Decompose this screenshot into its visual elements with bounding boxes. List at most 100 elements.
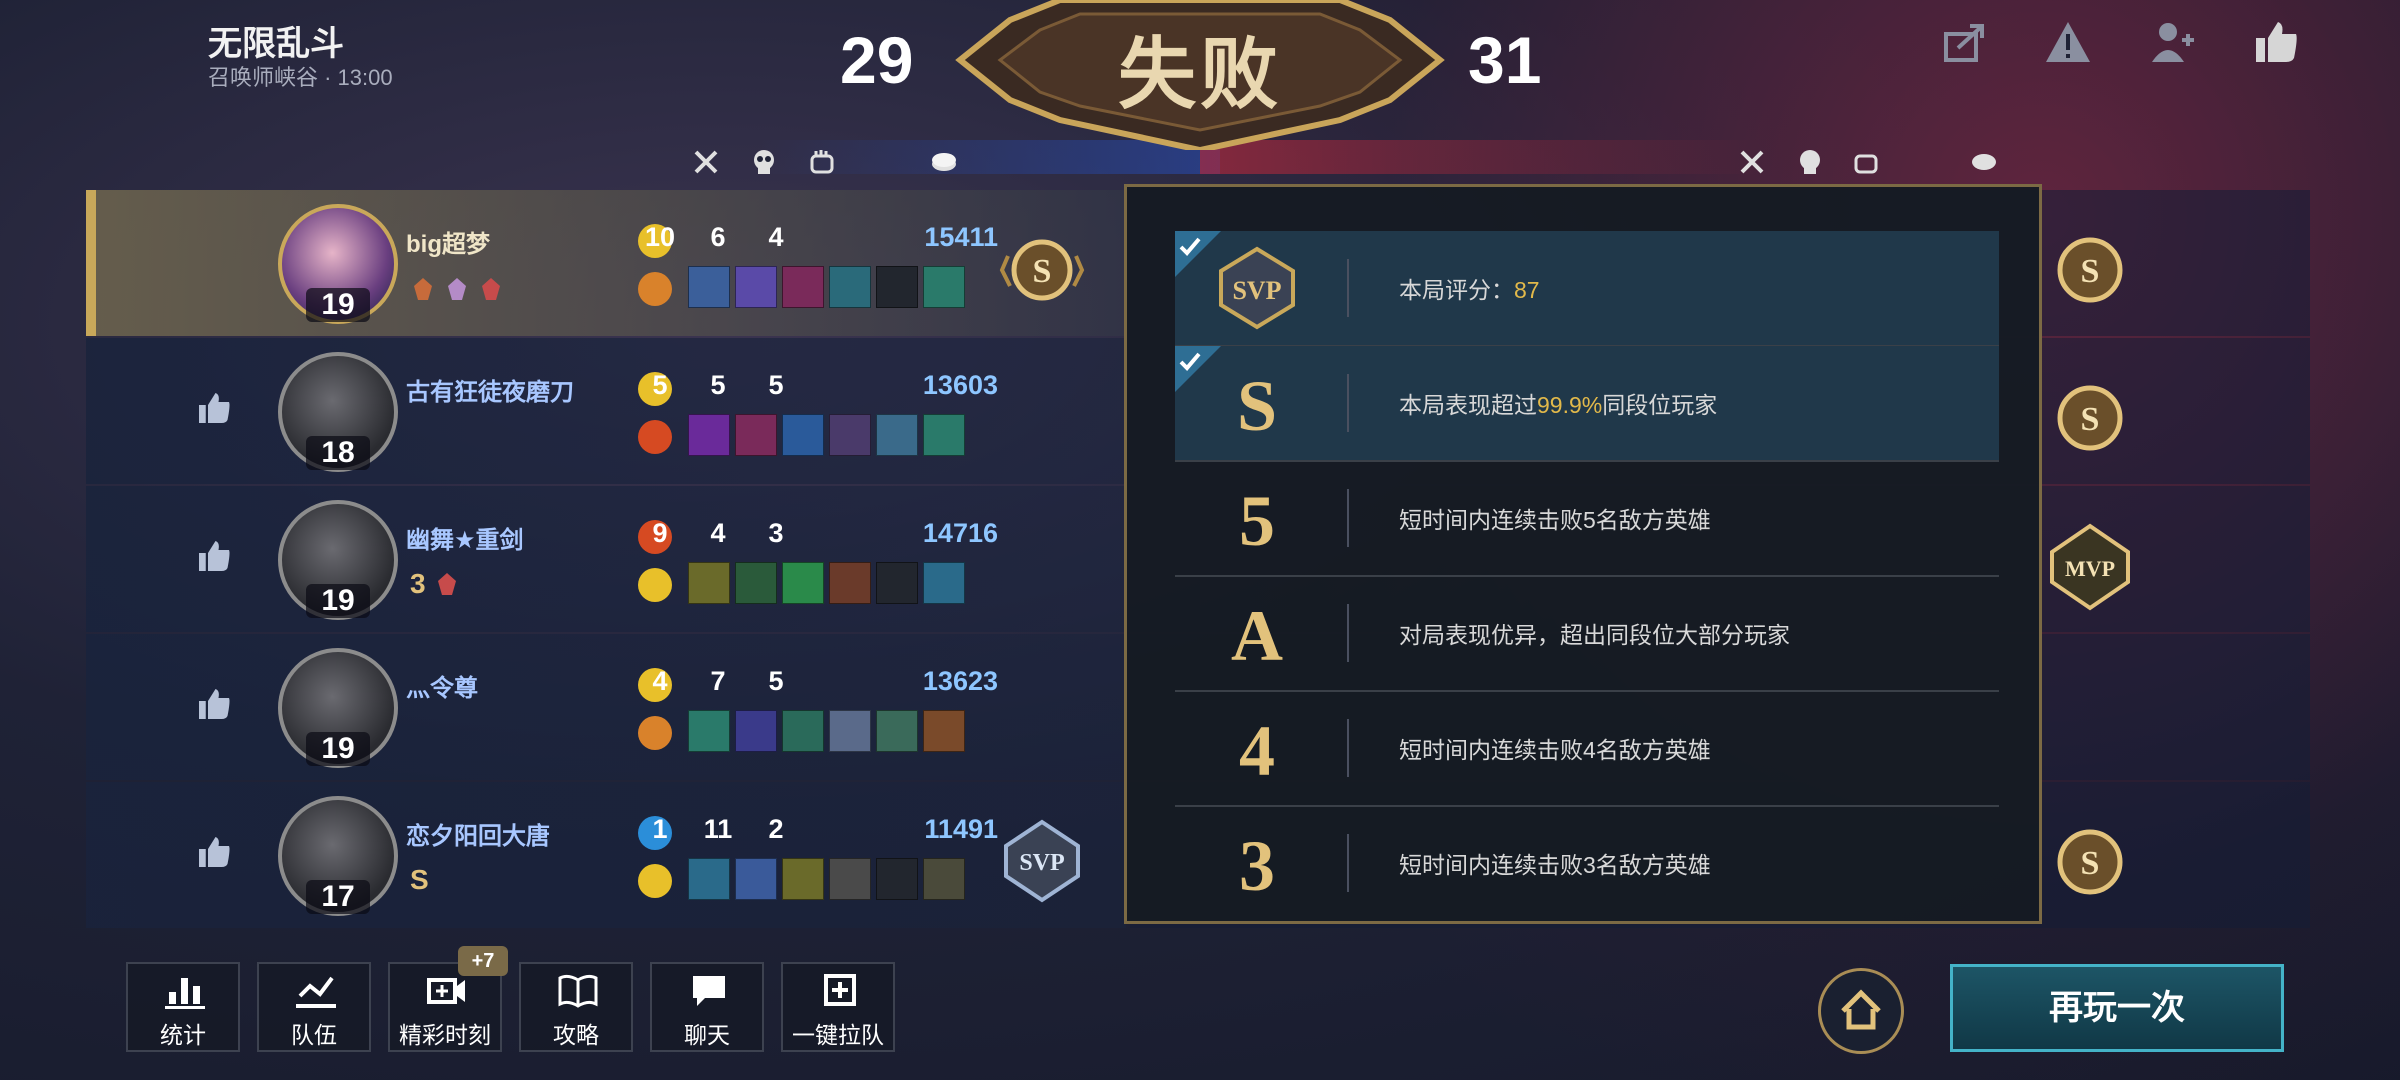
- enemy-gold-column-icon: [1972, 154, 1996, 170]
- honor-badge-icon: [414, 278, 432, 300]
- highlights-button-label: 精彩时刻: [399, 1022, 491, 1048]
- item-slot[interactable]: [688, 266, 730, 308]
- top-toolbar: [1940, 18, 2300, 66]
- player-name[interactable]: 古有狂徒夜磨刀: [406, 372, 574, 407]
- player-row[interactable]: [86, 486, 1126, 632]
- team-button[interactable]: 队伍: [257, 962, 371, 1052]
- play-again-button[interactable]: 再玩一次: [1950, 964, 2284, 1052]
- item-slot[interactable]: [829, 266, 871, 308]
- summoner-spell-icon: [638, 272, 672, 306]
- thumbs-up-icon[interactable]: [196, 538, 232, 574]
- item-slot[interactable]: [782, 562, 824, 604]
- player-name[interactable]: 幽舞★重剑: [406, 520, 524, 555]
- item-slot[interactable]: [688, 710, 730, 752]
- grade-svp-badge: SVP: [1004, 819, 1080, 903]
- honor-badges: S: [410, 864, 429, 896]
- grade-description: 短时间内连续击败5名敌方英雄: [1399, 501, 1711, 535]
- item-slot[interactable]: [923, 414, 965, 456]
- team-button-label: 队伍: [291, 1022, 337, 1048]
- item-slot[interactable]: [829, 414, 871, 456]
- item-slot[interactable]: [782, 414, 824, 456]
- player-row[interactable]: [86, 782, 1126, 928]
- honor-badge-icon: [448, 278, 466, 300]
- grade-label: S: [1033, 253, 1052, 290]
- gold-value: 14716: [922, 518, 998, 548]
- thumbs-up-icon[interactable]: [196, 390, 232, 426]
- honor-badge-icon: [437, 573, 456, 595]
- deaths-value: 7: [710, 666, 726, 696]
- item-slot[interactable]: [782, 266, 824, 308]
- stats-button-label: 统计: [160, 1022, 206, 1048]
- invite-team-button[interactable]: 一键拉队: [781, 962, 895, 1052]
- guide-button[interactable]: 攻略: [519, 962, 633, 1052]
- guide-button-label: 攻略: [553, 1022, 599, 1048]
- row-separator: [1347, 489, 1349, 547]
- item-slot[interactable]: [782, 858, 824, 900]
- enemy-grade-s-badge: S: [2057, 829, 2123, 895]
- player-name[interactable]: 恋夕阳回大唐: [406, 816, 550, 851]
- add-friend-icon[interactable]: [2148, 18, 2196, 66]
- item-slot[interactable]: [829, 562, 871, 604]
- grade-description-text: 本局表现超过: [1399, 392, 1537, 418]
- item-slot[interactable]: [876, 858, 918, 900]
- grade-glyph-icon: A: [1231, 596, 1283, 676]
- item-slot[interactable]: [876, 414, 918, 456]
- player-name[interactable]: big超梦: [406, 224, 490, 259]
- player-row[interactable]: [86, 634, 1126, 780]
- stats-button[interactable]: 统计: [126, 962, 240, 1052]
- gold-value: 13623: [922, 666, 998, 696]
- player-row-self[interactable]: [86, 190, 1126, 336]
- enemy-assists-column-icon: [1854, 154, 1878, 174]
- kills-value: 4: [652, 666, 668, 696]
- item-slot[interactable]: [782, 710, 824, 752]
- enemy-grade-s-badge: S: [2057, 237, 2123, 303]
- thumbs-up-icon[interactable]: [2252, 18, 2300, 66]
- item-slot[interactable]: [688, 414, 730, 456]
- item-slot[interactable]: [735, 710, 777, 752]
- kills-value: 1: [652, 814, 668, 844]
- grade-description-suffix: 同段位玩家: [1602, 392, 1718, 418]
- mode-subtitle: 召唤师峡谷 · 13:00: [208, 65, 393, 90]
- item-slot[interactable]: [923, 858, 965, 900]
- honor-badges: 3: [410, 568, 460, 600]
- row-separator: [1347, 719, 1349, 777]
- item-slot[interactable]: [923, 710, 965, 752]
- item-slot[interactable]: [688, 562, 730, 604]
- item-slot[interactable]: [876, 562, 918, 604]
- player-name[interactable]: 灬令尊: [406, 668, 478, 703]
- assists-value: 2: [768, 814, 784, 844]
- item-slot[interactable]: [735, 414, 777, 456]
- invite-team-button-label: 一键拉队: [792, 1022, 884, 1048]
- share-icon[interactable]: [1940, 18, 1988, 66]
- item-slot[interactable]: [829, 710, 871, 752]
- enemy-grade-mvp-badge: MVP: [2050, 523, 2130, 611]
- item-slot[interactable]: [735, 266, 777, 308]
- home-button[interactable]: [1818, 968, 1904, 1054]
- thumbs-up-icon[interactable]: [196, 686, 232, 722]
- grade-detail-popup[interactable]: SVP 本局评分：87 S 本局表现超过99.9%同段位玩家 5 短时间内连续击败5名敌方…: [1124, 184, 2042, 924]
- enemy-deaths-column-icon: [1800, 150, 1820, 174]
- item-slot[interactable]: [923, 562, 965, 604]
- item-slot[interactable]: [735, 562, 777, 604]
- deaths-value: 5: [710, 370, 726, 400]
- item-slot[interactable]: [876, 710, 918, 752]
- chat-button[interactable]: 聊天: [650, 962, 764, 1052]
- item-slot[interactable]: [688, 858, 730, 900]
- gold-value: 11491: [924, 814, 998, 844]
- item-slot[interactable]: [735, 858, 777, 900]
- thumbs-up-icon[interactable]: [196, 834, 232, 870]
- row-separator: [1347, 259, 1349, 317]
- kills-value: 9: [652, 518, 668, 548]
- player-row[interactable]: [86, 338, 1126, 484]
- item-slot[interactable]: [829, 858, 871, 900]
- gold-value: 13603: [922, 370, 998, 400]
- book-icon: [558, 974, 598, 1008]
- grade-highlight-value: 99.9%: [1537, 392, 1603, 418]
- report-icon[interactable]: [2044, 18, 2092, 66]
- grade-glyph-icon: SVP: [1219, 246, 1295, 330]
- grade-glyph-label: 4: [1239, 711, 1275, 791]
- honor-badge-icon: [482, 278, 500, 300]
- item-slot[interactable]: [876, 266, 918, 308]
- item-slot[interactable]: [923, 266, 965, 308]
- assists-value: 5: [768, 370, 784, 400]
